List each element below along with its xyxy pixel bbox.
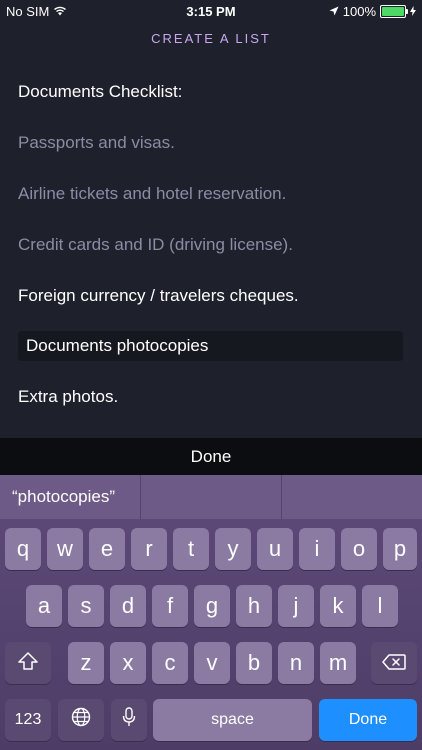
list-item[interactable]: Passports and visas. — [18, 133, 175, 153]
key-l[interactable]: l — [362, 585, 398, 627]
battery-icon — [380, 5, 408, 18]
key-a[interactable]: a — [26, 585, 62, 627]
key-u[interactable]: u — [257, 528, 293, 570]
suggestion-item[interactable]: “photocopies” — [0, 475, 141, 519]
key-b[interactable]: b — [236, 642, 272, 684]
charging-bolt-icon — [410, 4, 416, 19]
globe-icon — [71, 707, 91, 733]
key-h[interactable]: h — [236, 585, 272, 627]
done-toolbar: Done — [0, 438, 422, 475]
microphone-icon — [122, 707, 136, 733]
status-right: 100% — [329, 4, 416, 19]
key-g[interactable]: g — [194, 585, 230, 627]
list-item[interactable]: Foreign currency / travelers cheques. — [18, 286, 299, 306]
keyboard-done-key[interactable]: Done — [319, 699, 417, 741]
key-o[interactable]: o — [341, 528, 377, 570]
key-r[interactable]: r — [131, 528, 167, 570]
key-k[interactable]: k — [320, 585, 356, 627]
key-e[interactable]: e — [89, 528, 125, 570]
key-t[interactable]: t — [173, 528, 209, 570]
globe-key[interactable] — [58, 699, 104, 741]
suggestion-item[interactable] — [141, 475, 282, 519]
dictation-key[interactable] — [111, 699, 147, 741]
numbers-key[interactable]: 123 — [5, 699, 51, 741]
list-item[interactable]: Credit cards and ID (driving license). — [18, 235, 293, 255]
key-f[interactable]: f — [152, 585, 188, 627]
list-item-title[interactable]: Documents Checklist: — [18, 82, 182, 102]
key-c[interactable]: c — [152, 642, 188, 684]
key-i[interactable]: i — [299, 528, 335, 570]
key-q[interactable]: q — [5, 528, 41, 570]
suggestion-item[interactable] — [282, 475, 422, 519]
backspace-icon — [382, 650, 406, 676]
keyboard: “photocopies” q w e r t y u i o p a s d … — [0, 475, 422, 750]
key-n[interactable]: n — [278, 642, 314, 684]
shift-icon — [18, 650, 38, 676]
list-item[interactable]: Extra photos. — [18, 387, 118, 407]
done-button[interactable]: Done — [191, 447, 232, 467]
backspace-key[interactable] — [371, 642, 417, 684]
key-p[interactable]: p — [383, 528, 417, 570]
key-w[interactable]: w — [47, 528, 83, 570]
battery-fill — [382, 7, 404, 16]
key-z[interactable]: z — [68, 642, 104, 684]
key-m[interactable]: m — [320, 642, 356, 684]
list-item[interactable]: Airline tickets and hotel reservation. — [18, 184, 286, 204]
suggestion-bar: “photocopies” — [0, 475, 422, 519]
location-arrow-icon — [329, 4, 339, 19]
key-y[interactable]: y — [215, 528, 251, 570]
battery-percent: 100% — [342, 4, 376, 19]
key-s[interactable]: s — [68, 585, 104, 627]
page-title: CREATE A LIST — [151, 31, 271, 46]
status-bar: No SIM 3:15 PM 100% — [0, 0, 422, 22]
key-v[interactable]: v — [194, 642, 230, 684]
key-j[interactable]: j — [278, 585, 314, 627]
list-item-editing-field[interactable]: Documents photocopies — [18, 331, 403, 361]
shift-key[interactable] — [5, 642, 51, 684]
key-x[interactable]: x — [110, 642, 146, 684]
space-key[interactable]: space — [153, 699, 312, 741]
key-d[interactable]: d — [110, 585, 146, 627]
